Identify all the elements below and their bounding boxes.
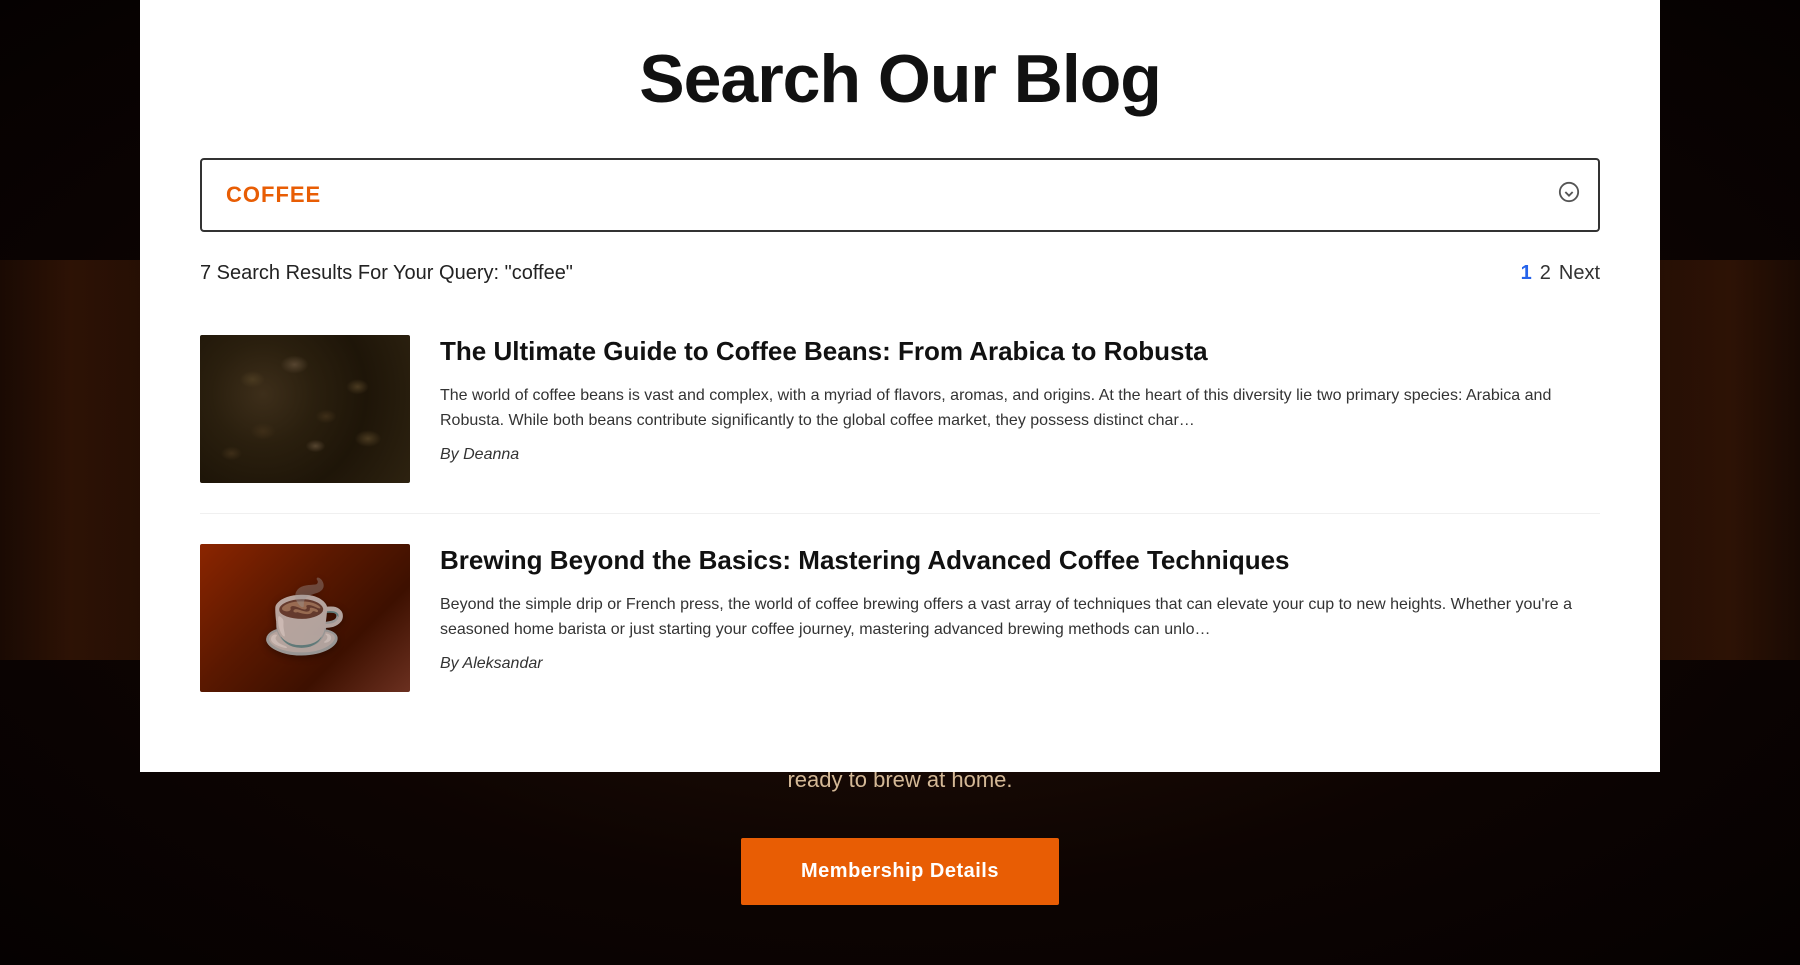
article-content: Brewing Beyond the Basics: Mastering Adv… (440, 544, 1600, 673)
article-title[interactable]: Brewing Beyond the Basics: Mastering Adv… (440, 544, 1600, 578)
main-content-card: Search Our Blog 7 Search Results For You… (140, 0, 1660, 772)
pagination-next[interactable]: Next (1559, 262, 1600, 285)
article-excerpt: The world of coffee beans is vast and co… (440, 383, 1600, 434)
results-count: 7 Search Results For Your Query: "coffee… (200, 262, 573, 285)
right-dark-panel (1660, 260, 1800, 660)
table-row: Brewing Beyond the Basics: Mastering Adv… (200, 514, 1600, 722)
article-list: The Ultimate Guide to Coffee Beans: From… (200, 305, 1600, 722)
results-header: 7 Search Results For Your Query: "coffee… (200, 262, 1600, 285)
article-content: The Ultimate Guide to Coffee Beans: From… (440, 335, 1600, 464)
search-input[interactable] (200, 158, 1600, 232)
article-thumbnail[interactable] (200, 335, 410, 483)
article-title[interactable]: The Ultimate Guide to Coffee Beans: From… (440, 335, 1600, 369)
thumbnail-cup-image (200, 544, 410, 692)
article-thumbnail[interactable] (200, 544, 410, 692)
membership-details-button[interactable]: Membership Details (741, 838, 1059, 905)
left-dark-panel (0, 260, 140, 660)
article-author: By Aleksandar (440, 655, 543, 672)
article-excerpt: Beyond the simple drip or French press, … (440, 592, 1600, 643)
article-author: By Deanna (440, 446, 519, 463)
page-1[interactable]: 1 (1521, 262, 1532, 285)
page-title: Search Our Blog (200, 40, 1600, 118)
search-dropdown-button[interactable] (1558, 181, 1580, 209)
pagination: 1 2 Next (1521, 262, 1600, 285)
table-row: The Ultimate Guide to Coffee Beans: From… (200, 305, 1600, 514)
search-container (200, 158, 1600, 232)
page-2[interactable]: 2 (1540, 262, 1551, 285)
thumbnail-beans-image (200, 335, 410, 483)
